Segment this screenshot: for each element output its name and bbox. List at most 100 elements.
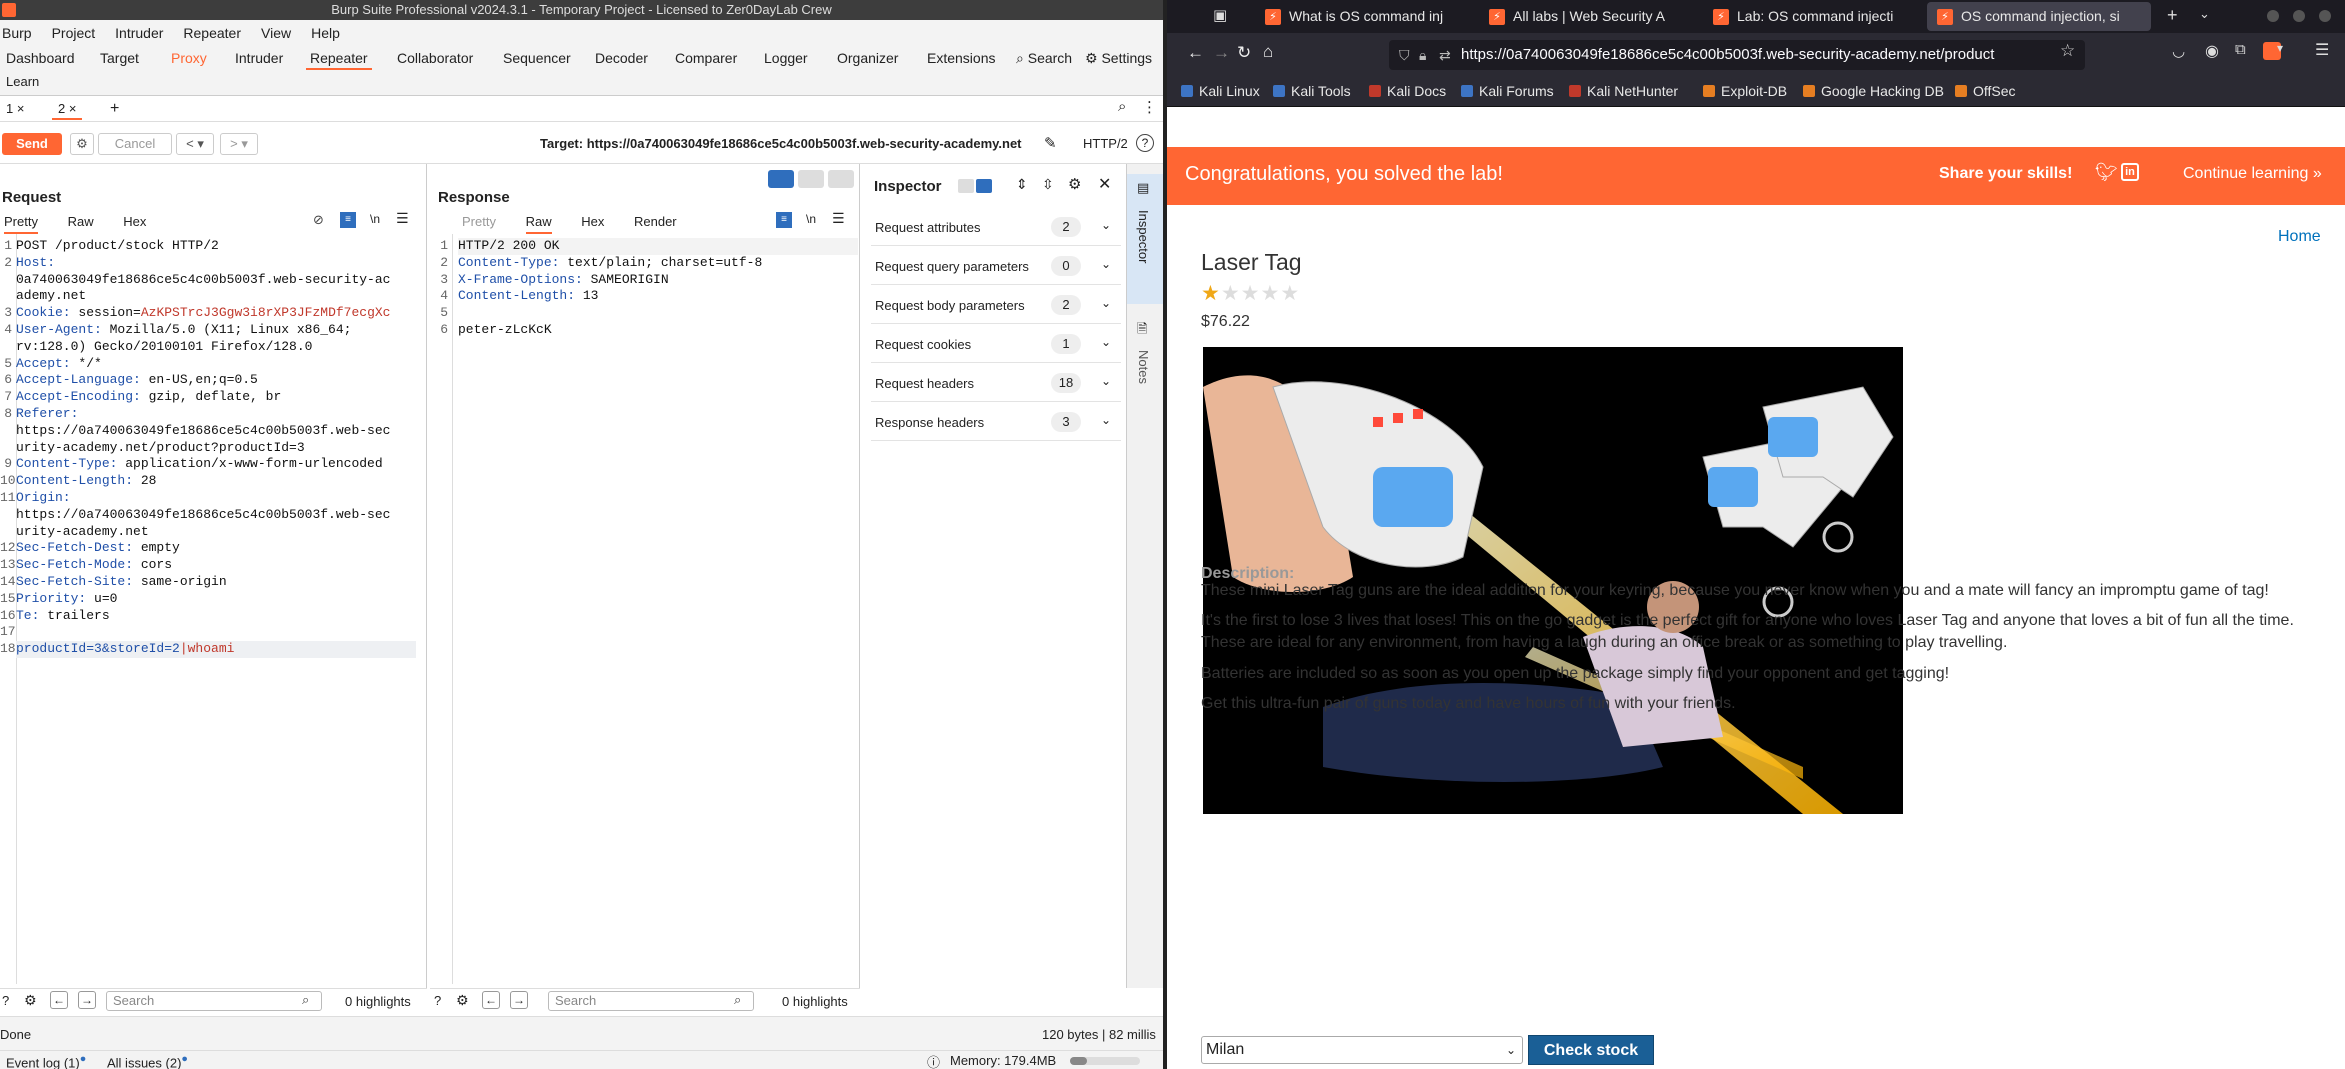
repeater-tab-2[interactable]: 2 × — [52, 98, 83, 120]
check-stock-button[interactable]: Check stock — [1528, 1035, 1654, 1065]
tab-intruder[interactable]: Intruder — [235, 46, 283, 70]
side-tab-inspector[interactable]: ▤ Inspector — [1127, 174, 1163, 304]
pocket-icon[interactable]: ◡ — [2172, 42, 2185, 60]
close-icon[interactable]: ✕ — [1098, 174, 1111, 194]
layout-split-icon[interactable] — [768, 170, 794, 188]
request-search-input[interactable]: Search — [106, 991, 322, 1011]
bookmark-kali-linux[interactable]: Kali Linux — [1181, 83, 1260, 99]
layout-tabs-icon[interactable] — [828, 170, 854, 188]
tab-list-icon[interactable]: ⌄ — [2199, 6, 2210, 22]
twitter-icon[interactable]: 🐦︎ — [2095, 162, 2118, 183]
inspector-layout-active-icon[interactable] — [976, 179, 992, 193]
home-icon[interactable]: ⌂ — [1263, 42, 1273, 62]
browser-tab-3[interactable]: ⚡ Lab: OS command injecti — [1703, 2, 1915, 31]
hide-icon[interactable]: ⊘ — [313, 212, 324, 228]
search-icon[interactable]: ⌕ — [1118, 98, 1126, 115]
menu-help[interactable]: Help — [311, 25, 340, 41]
gear-icon[interactable]: ⚙ — [24, 992, 37, 1009]
inspector-row[interactable]: Request body parameters 2 ⌄ — [871, 286, 1121, 324]
extensions-icon[interactable]: ⧉ — [2235, 41, 2246, 58]
tab-sequencer[interactable]: Sequencer — [503, 46, 571, 70]
http-version-label[interactable]: HTTP/2 — [1083, 136, 1128, 151]
account-icon[interactable]: ◉ — [2205, 41, 2219, 61]
tab-target[interactable]: Target — [100, 46, 139, 70]
bookmark-kali-docs[interactable]: Kali Docs — [1369, 83, 1446, 99]
browser-tab-2[interactable]: ⚡ All labs | Web Security A — [1479, 2, 1691, 31]
back-icon[interactable]: ← — [1187, 43, 1204, 63]
edit-target-icon[interactable]: ✎ — [1044, 134, 1057, 152]
response-tab-render[interactable]: Render — [634, 214, 677, 229]
menu-view[interactable]: View — [261, 25, 291, 41]
tab-extensions[interactable]: Extensions — [927, 46, 995, 70]
linkedin-icon[interactable]: in — [2121, 163, 2139, 181]
bookmark-kali-forums[interactable]: Kali Forums — [1461, 83, 1554, 99]
menu-intruder[interactable]: Intruder — [115, 25, 163, 41]
all-issues-link[interactable]: All issues (2)● — [107, 1053, 188, 1069]
forward-icon[interactable]: → — [1213, 43, 1230, 63]
lock-icon[interactable]: 🔒︎ — [1419, 40, 1426, 70]
request-tab-hex[interactable]: Hex — [123, 214, 146, 229]
prev-icon[interactable]: ← — [50, 991, 68, 1009]
layout-horizontal-icon[interactable] — [798, 170, 824, 188]
tab-learn[interactable]: Learn — [6, 70, 39, 94]
menu-icon[interactable]: ☰ — [832, 210, 845, 227]
tab-overview-icon[interactable]: ▣ — [1213, 6, 1227, 24]
response-tab-pretty[interactable]: Pretty — [462, 214, 496, 229]
browser-tab-4[interactable]: ⚡ OS command injection, si — [1927, 2, 2151, 31]
add-tab-button[interactable]: + — [104, 98, 125, 120]
minimize-icon[interactable] — [2267, 10, 2279, 22]
extension-dropdown-icon[interactable]: ▾ — [2277, 41, 2283, 55]
browser-tab-1[interactable]: ⚡ What is OS command inj — [1255, 2, 1467, 31]
bookmark-star-icon[interactable]: ☆ — [2060, 41, 2075, 61]
inspector-row[interactable]: Request cookies 1 ⌄ — [871, 325, 1121, 363]
url-bar[interactable]: ⛉ 🔒︎ ⇄ https://0a740063049fe18686ce5c4c0… — [1389, 40, 2085, 70]
next-icon[interactable]: → — [510, 991, 528, 1009]
repeater-tab-1[interactable]: 1 × — [0, 98, 30, 120]
tab-organizer[interactable]: Organizer — [837, 46, 898, 70]
burp-settings-button[interactable]: ⚙ Settings — [1085, 46, 1152, 70]
inspector-row[interactable]: Request attributes 2 ⌄ — [871, 208, 1121, 246]
continue-learning-link[interactable]: Continue learning » — [2183, 165, 2322, 183]
maximize-icon[interactable] — [2293, 10, 2305, 22]
back-history-button[interactable]: < ▾ — [176, 133, 214, 155]
tab-repeater[interactable]: Repeater — [306, 46, 372, 70]
new-tab-icon[interactable]: + — [2167, 5, 2178, 26]
menu-icon[interactable]: ☰ — [396, 210, 409, 227]
send-button[interactable]: Send — [2, 133, 62, 155]
more-icon[interactable]: ⋮ — [1142, 98, 1157, 116]
tab-decoder[interactable]: Decoder — [595, 46, 648, 70]
cancel-button[interactable]: Cancel — [98, 133, 172, 155]
help-icon[interactable]: ? — [434, 993, 441, 1008]
side-tab-notes[interactable]: 🗎 Notes — [1127, 314, 1163, 404]
gear-icon[interactable]: ⚙ — [70, 133, 94, 155]
expand-icon[interactable]: ⇕ — [1016, 176, 1028, 193]
request-tab-raw[interactable]: Raw — [68, 214, 94, 229]
burp-search-button[interactable]: ⌕ Search — [1016, 46, 1072, 70]
help-icon[interactable]: ? — [2, 993, 9, 1008]
store-select[interactable]: Milan ⌄ — [1201, 1036, 1523, 1064]
menu-repeater[interactable]: Repeater — [183, 25, 241, 41]
tab-proxy[interactable]: Proxy — [171, 46, 207, 70]
inspector-row[interactable]: Request headers 18 ⌄ — [871, 364, 1121, 402]
tab-dashboard[interactable]: Dashboard — [6, 46, 75, 70]
tab-comparer[interactable]: Comparer — [675, 46, 737, 70]
inspector-row[interactable]: Response headers 3 ⌄ — [871, 403, 1121, 441]
bookmark-google-hacking-db[interactable]: Google Hacking DB — [1803, 83, 1944, 99]
bookmark-kali-nethunter[interactable]: Kali NetHunter — [1569, 83, 1678, 99]
reload-icon[interactable]: ↻ — [1237, 43, 1251, 63]
menu-project[interactable]: Project — [52, 25, 96, 41]
gear-icon[interactable]: ⚙ — [1068, 175, 1081, 193]
inspector-row[interactable]: Request query parameters 0 ⌄ — [871, 247, 1121, 285]
tab-collaborator[interactable]: Collaborator — [397, 46, 473, 70]
home-link[interactable]: Home — [2278, 228, 2321, 246]
close-window-icon[interactable] — [2319, 10, 2331, 22]
next-icon[interactable]: → — [78, 991, 96, 1009]
menu-burp[interactable]: Burp — [2, 25, 32, 41]
prev-icon[interactable]: ← — [482, 991, 500, 1009]
collapse-icon[interactable]: ⇳ — [1042, 176, 1054, 193]
tab-logger[interactable]: Logger — [764, 46, 808, 70]
permissions-icon[interactable]: ⇄ — [1439, 40, 1451, 70]
request-tab-pretty[interactable]: Pretty — [4, 214, 38, 234]
newline-icon[interactable]: \n — [806, 212, 816, 226]
bookmark-kali-tools[interactable]: Kali Tools — [1273, 83, 1351, 99]
